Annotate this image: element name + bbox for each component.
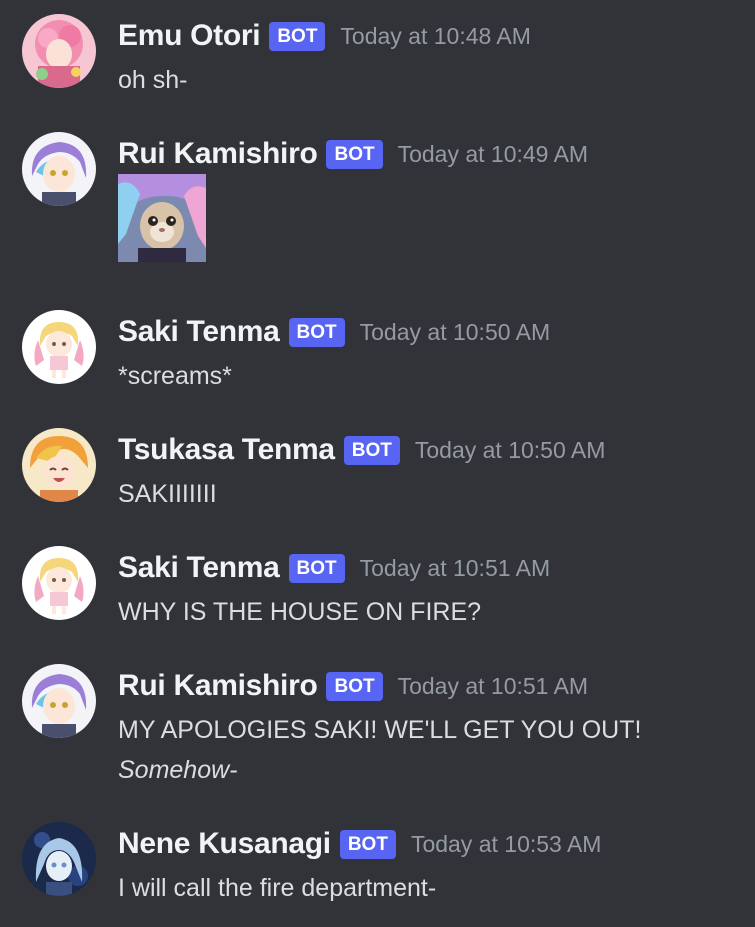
bot-badge: BOT	[288, 553, 345, 583]
cat-with-wig-image	[118, 174, 206, 262]
timestamp: Today at 10:51 AM	[359, 554, 551, 581]
avatar[interactable]	[22, 546, 96, 620]
message: Rui Kamishiro BOT Today at 10:51 AM MY A…	[0, 664, 755, 794]
message-text: I will call the fire department-	[118, 874, 437, 902]
message: Emu Otori BOT Today at 10:48 AM oh sh-	[0, 14, 755, 104]
avatar[interactable]	[22, 310, 96, 384]
timestamp: Today at 10:50 AM	[359, 318, 551, 345]
message: Saki Tenma BOT Today at 10:50 AM *scream…	[0, 310, 755, 400]
avatar[interactable]	[22, 14, 96, 88]
timestamp: Today at 10:48 AM	[340, 22, 531, 49]
message-text: SAKIIIIIII	[118, 480, 217, 508]
bot-badge: BOT	[288, 317, 345, 347]
message-text-italic: Somehow-	[118, 756, 238, 784]
avatar[interactable]	[22, 822, 96, 896]
bot-badge: BOT	[339, 829, 396, 859]
bot-badge: BOT	[326, 139, 383, 169]
message-text: *screams*	[118, 362, 232, 390]
username[interactable]: Rui Kamishiro	[118, 669, 318, 703]
username[interactable]: Emu Otori	[118, 19, 261, 53]
avatar[interactable]	[22, 132, 96, 206]
message: Rui Kamishiro BOT Today at 10:49 AM	[0, 132, 755, 272]
username[interactable]: Nene Kusanagi	[118, 827, 331, 861]
bot-badge: BOT	[326, 671, 383, 701]
username[interactable]: Saki Tenma	[118, 315, 280, 349]
avatar[interactable]	[22, 664, 96, 738]
timestamp: Today at 10:49 AM	[397, 140, 589, 167]
message-body: MY APOLOGIES SAKI! WE'LL GET YOU OUT! So…	[118, 710, 641, 790]
bot-badge: BOT	[343, 435, 400, 465]
bot-badge: BOT	[269, 21, 326, 51]
message-text: oh sh-	[118, 66, 188, 94]
message: Nene Kusanagi BOT Today at 10:53 AM I wi…	[0, 822, 755, 912]
chat-log: Emu Otori BOT Today at 10:48 AM oh sh- R…	[0, 0, 755, 927]
timestamp: Today at 10:50 AM	[414, 436, 606, 463]
message: Tsukasa Tenma BOT Today at 10:50 AM SAKI…	[0, 428, 755, 518]
message-text: MY APOLOGIES SAKI! WE'LL GET YOU OUT!	[118, 716, 642, 744]
message: Saki Tenma BOT Today at 10:51 AM WHY IS …	[0, 546, 755, 636]
image-attachment[interactable]	[118, 174, 206, 262]
avatar[interactable]	[22, 428, 96, 502]
username[interactable]: Rui Kamishiro	[118, 137, 318, 171]
timestamp: Today at 10:53 AM	[410, 830, 602, 857]
timestamp: Today at 10:51 AM	[397, 672, 589, 699]
username[interactable]: Tsukasa Tenma	[118, 433, 335, 467]
username[interactable]: Saki Tenma	[118, 551, 280, 585]
message-text: WHY IS THE HOUSE ON FIRE?	[118, 598, 482, 626]
